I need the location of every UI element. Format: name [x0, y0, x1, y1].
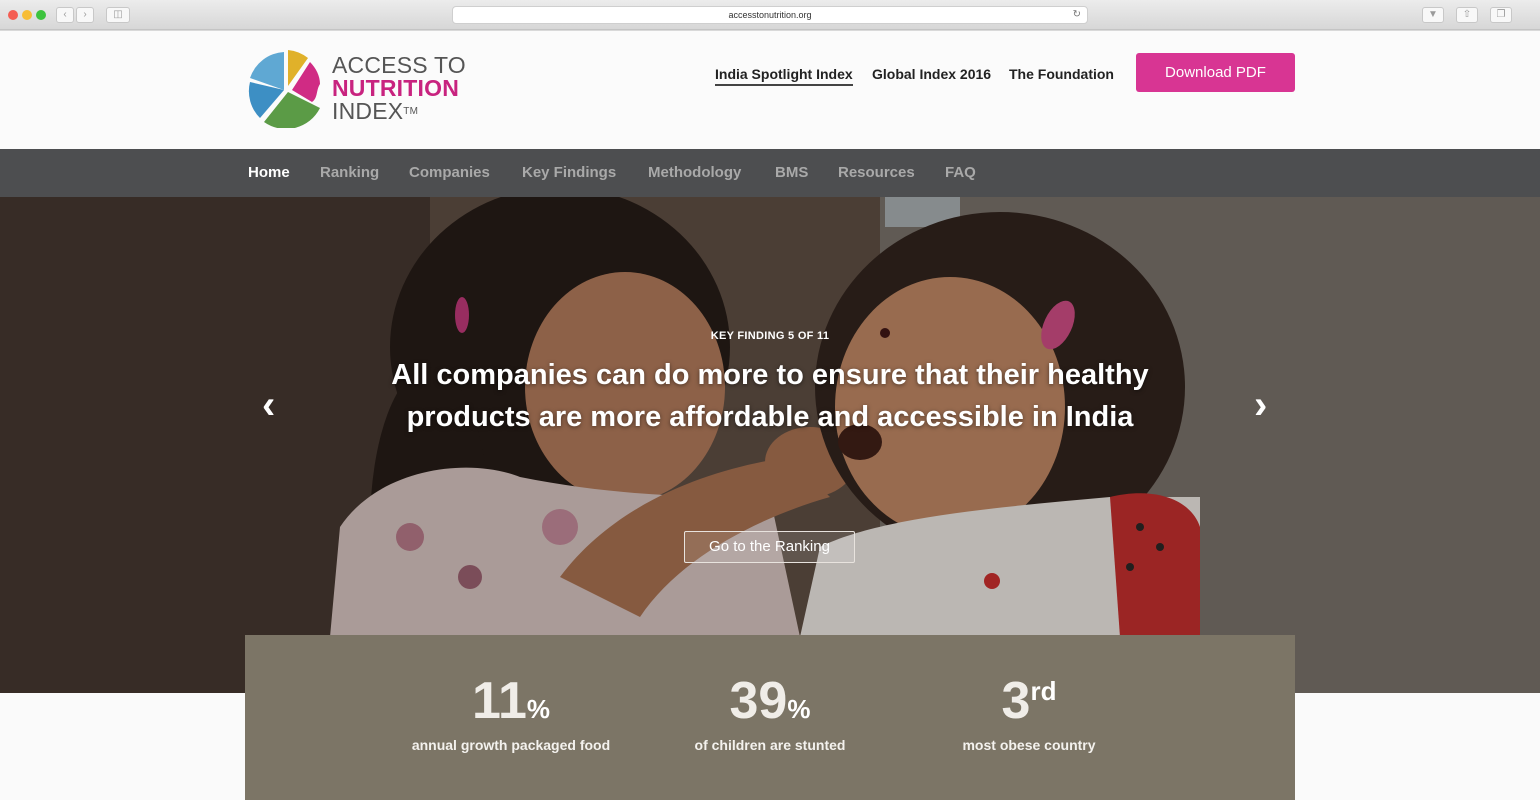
nav-item-methodology[interactable]: Methodology	[648, 164, 741, 181]
topnav-india-spotlight-index[interactable]: India Spotlight Index	[715, 66, 853, 86]
nav-item-key-findings[interactable]: Key Findings	[522, 164, 616, 181]
zoom-window-button[interactable]	[36, 10, 46, 20]
logo-line-1: ACCESS TO	[332, 52, 466, 78]
trademark-mark: TM	[403, 106, 419, 117]
stat-children-stunted: 39% of children are stunted	[640, 673, 900, 753]
tabs-icon[interactable]: ❐	[1490, 7, 1512, 23]
stat-number: 11	[471, 672, 527, 730]
address-bar[interactable]: accesstonutrition.org ↻	[452, 6, 1088, 24]
go-to-ranking-button[interactable]: Go to the Ranking	[684, 531, 855, 563]
stats-panel: 11% annual growth packaged food 39% of c…	[245, 635, 1295, 800]
nav-item-faq[interactable]: FAQ	[945, 164, 976, 181]
stat-obesity-rank: 3rd most obese country	[899, 673, 1159, 753]
close-window-button[interactable]	[8, 10, 18, 20]
site-logo[interactable]: ACCESS TO NUTRITION INDEXTM	[246, 48, 466, 130]
logo-line-3: INDEXTM	[332, 100, 466, 123]
chevron-right-icon[interactable]: ›	[1254, 385, 1267, 425]
site-header: ACCESS TO NUTRITION INDEXTM India Spotli…	[0, 31, 1540, 149]
browser-toolbar: ‹ › ◫ accesstonutrition.org ↻ ▼ ⇧ ❐	[0, 0, 1540, 30]
download-pdf-button[interactable]: Download PDF	[1136, 53, 1295, 92]
web-page: ACCESS TO NUTRITION INDEXTM India Spotli…	[0, 31, 1540, 800]
slide-kicker: KEY FINDING 5 OF 11	[710, 330, 830, 342]
nav-item-resources[interactable]: Resources	[838, 164, 915, 181]
logo-line-2: NUTRITION	[332, 75, 460, 101]
stat-label: most obese country	[962, 737, 1096, 753]
headline-line-2: products are more affordable and accessi…	[406, 401, 1134, 433]
downloads-icon[interactable]: ▼	[1422, 7, 1444, 23]
url-text: accesstonutrition.org	[728, 10, 812, 20]
sidebar-icon[interactable]: ◫	[106, 7, 130, 23]
logo-index-text: INDEX	[332, 98, 404, 124]
slide-headline: All companies can do more to ensure that…	[320, 354, 1220, 438]
back-icon[interactable]: ‹	[56, 7, 74, 23]
nav-item-companies[interactable]: Companies	[409, 164, 490, 181]
topnav-global-index-2016[interactable]: Global Index 2016	[872, 66, 991, 82]
topnav-the-foundation[interactable]: The Foundation	[1009, 66, 1114, 82]
stat-label: annual growth packaged food	[411, 737, 611, 753]
stat-unit: %	[787, 694, 811, 724]
stat-unit: rd	[1030, 676, 1057, 706]
minimize-window-button[interactable]	[22, 10, 32, 20]
stat-label: of children are stunted	[694, 737, 846, 753]
reload-icon[interactable]: ↻	[1073, 7, 1081, 23]
stat-value: 39%	[640, 673, 900, 729]
forward-icon[interactable]: ›	[76, 7, 94, 23]
nav-item-ranking[interactable]: Ranking	[320, 164, 379, 181]
nav-item-bms[interactable]: BMS	[775, 164, 808, 181]
hero-slider: KEY FINDING 5 OF 11 All companies can do…	[0, 197, 1540, 693]
nav-item-home[interactable]: Home	[248, 164, 290, 181]
logo-wordmark: ACCESS TO NUTRITION INDEXTM	[332, 54, 466, 123]
main-navigation: Home Ranking Companies Key Findings Meth…	[0, 149, 1540, 197]
share-icon[interactable]: ⇧	[1456, 7, 1478, 23]
hero-overlay	[0, 197, 1540, 693]
logo-pie-icon	[248, 50, 320, 130]
stat-value: 11%	[381, 673, 641, 729]
headline-line-1: All companies can do more to ensure that…	[391, 359, 1149, 391]
stat-packaged-food-growth: 11% annual growth packaged food	[381, 673, 641, 753]
stat-value: 3rd	[899, 673, 1159, 729]
stat-number: 39	[729, 672, 788, 730]
chevron-left-icon[interactable]: ‹	[262, 385, 275, 425]
stat-number: 3	[1001, 672, 1031, 730]
stat-unit: %	[526, 694, 551, 724]
